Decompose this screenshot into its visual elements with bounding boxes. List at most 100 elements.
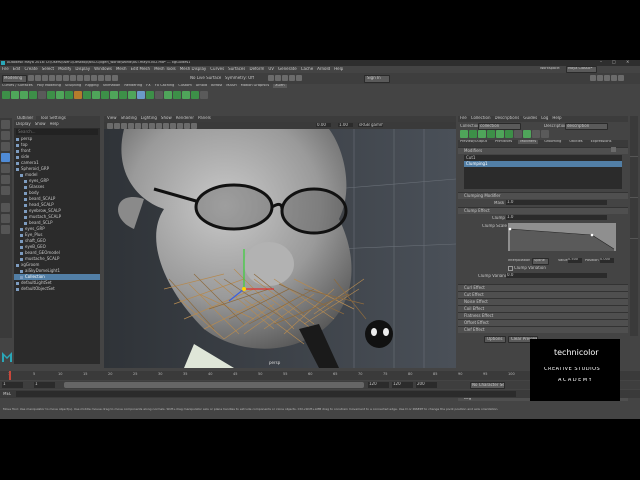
interactive-groom-icon[interactable] bbox=[137, 91, 145, 99]
shelf-tab-sculpting[interactable]: Sculpting bbox=[65, 84, 81, 88]
select-component-icon[interactable] bbox=[77, 75, 83, 81]
xgen-refresh-icon[interactable] bbox=[514, 130, 522, 138]
arnold-render-icon[interactable] bbox=[296, 75, 302, 81]
guide-tool-icon[interactable] bbox=[29, 91, 37, 99]
menu-generate[interactable]: Generate bbox=[278, 67, 297, 71]
open-scene-icon[interactable] bbox=[35, 75, 41, 81]
render-icon[interactable] bbox=[268, 75, 274, 81]
menu-edit-mesh[interactable]: Edit Mesh bbox=[131, 67, 151, 71]
current-time-marker[interactable] bbox=[9, 371, 11, 380]
viewport-menu-panels[interactable]: Panels bbox=[198, 116, 211, 120]
xgen-menu-guides[interactable]: Guides bbox=[523, 116, 537, 120]
section-curl-effect[interactable]: Curl Effect bbox=[458, 284, 628, 291]
xgen-cut-icon[interactable] bbox=[496, 130, 504, 138]
menu-edit[interactable]: Edit bbox=[13, 67, 21, 71]
shelf-tab-fx[interactable]: FX bbox=[146, 84, 150, 88]
render-settings-icon[interactable] bbox=[282, 75, 288, 81]
snap-grid-icon[interactable] bbox=[84, 75, 90, 81]
scene-end-field[interactable]: 120 bbox=[392, 382, 413, 388]
ipr-icon[interactable] bbox=[275, 75, 281, 81]
shelf-tab-bifrost[interactable]: Bifrost bbox=[211, 84, 222, 88]
clump-variation-checkbox[interactable] bbox=[508, 266, 513, 271]
mask-field[interactable]: 1.0 bbox=[506, 200, 607, 205]
section-flatness-effect[interactable]: Flatness Effect bbox=[458, 312, 628, 319]
menu-mesh-tools[interactable]: Mesh Tools bbox=[154, 67, 176, 71]
save-scene-icon[interactable] bbox=[42, 75, 48, 81]
viewport-menu-lighting[interactable]: Lighting bbox=[141, 116, 157, 120]
menu-mesh-display[interactable]: Mesh Display bbox=[180, 67, 207, 71]
shelf-tab-rigging[interactable]: Rigging bbox=[85, 84, 98, 88]
channel-box-tab[interactable] bbox=[630, 116, 638, 157]
channel-box-toggle-icon[interactable] bbox=[604, 75, 610, 81]
colorspace-select[interactable]: sRGB gamma bbox=[358, 123, 383, 128]
symmetry-label[interactable]: Symmetry: Off bbox=[225, 76, 254, 80]
xgen-create-icon[interactable] bbox=[460, 130, 468, 138]
menu-modify[interactable]: Modify bbox=[58, 67, 71, 71]
close-button[interactable]: × bbox=[626, 60, 636, 64]
shelf-tab-curves-surfaces[interactable]: Curves / Surfaces bbox=[2, 84, 33, 88]
viewport-menu-shading[interactable]: Shading bbox=[121, 116, 137, 120]
xgen-options-icon[interactable] bbox=[541, 130, 549, 138]
section-coil-effect[interactable]: Coil Effect bbox=[458, 305, 628, 312]
snap-view-icon[interactable] bbox=[105, 75, 111, 81]
xgen-menu-file[interactable]: File bbox=[460, 116, 467, 120]
clump-scale-ramp[interactable] bbox=[508, 223, 616, 251]
noise-brush-icon[interactable] bbox=[119, 91, 127, 99]
shelf-tab-fx-caching[interactable]: FX Caching bbox=[155, 84, 175, 88]
xgen-menu-log[interactable]: Log bbox=[541, 116, 548, 120]
shelf-tab-animation[interactable]: Animation bbox=[103, 84, 121, 88]
character-set-select[interactable]: No Character Set bbox=[470, 382, 505, 389]
attribute-editor-tab[interactable] bbox=[630, 157, 638, 198]
clump-effect-header[interactable]: Clump Effect bbox=[458, 207, 628, 214]
ramp-point-mid[interactable] bbox=[590, 233, 594, 237]
guide-density-icon[interactable] bbox=[65, 91, 73, 99]
workspace-select[interactable]: Maya Classic* bbox=[566, 66, 597, 73]
mask-icon[interactable] bbox=[182, 91, 190, 99]
xgen-toggle-icon[interactable] bbox=[618, 75, 624, 81]
xgen-tab-primitives[interactable]: Primitives bbox=[493, 140, 514, 144]
sign-in-button[interactable]: Sign In bbox=[364, 75, 390, 83]
scale-tool-icon[interactable] bbox=[1, 175, 10, 184]
modeling-toolkit-icon[interactable] bbox=[590, 75, 596, 81]
single-view-icon[interactable] bbox=[1, 203, 10, 212]
modifier-item-clumping[interactable]: Clumping1 bbox=[464, 161, 622, 167]
xgen-preview-icon[interactable] bbox=[523, 130, 531, 138]
ramp-position-field[interactable]: 0.000 bbox=[600, 258, 614, 263]
tool-settings-toggle-icon[interactable] bbox=[611, 75, 617, 81]
viewport-menu-view[interactable]: View bbox=[107, 116, 117, 120]
place-guides-icon[interactable] bbox=[20, 91, 28, 99]
options-button[interactable]: Options bbox=[484, 336, 506, 343]
viewport-menu-renderer[interactable]: Renderer bbox=[176, 116, 194, 120]
outliner-tab[interactable]: Outliner bbox=[14, 116, 37, 121]
create-description-icon[interactable] bbox=[11, 91, 19, 99]
groom-brush-icon[interactable] bbox=[74, 91, 82, 99]
attribute-editor-toggle-icon[interactable] bbox=[597, 75, 603, 81]
xgen-comb-icon[interactable] bbox=[487, 130, 495, 138]
ramp-value-field[interactable]: 0.500 bbox=[568, 258, 582, 263]
expression-icon[interactable] bbox=[191, 91, 199, 99]
comb-brush-icon[interactable] bbox=[83, 91, 91, 99]
clumping-modifier-header[interactable]: Clumping Modifier bbox=[458, 192, 628, 199]
preview-icon[interactable] bbox=[164, 91, 172, 99]
section-cut-effect[interactable]: Cut Effect bbox=[458, 291, 628, 298]
clump-brush-icon[interactable] bbox=[110, 91, 118, 99]
menu-mesh[interactable]: Mesh bbox=[116, 67, 127, 71]
menu-file[interactable]: File bbox=[2, 67, 9, 71]
add-modifier-icon[interactable] bbox=[611, 147, 616, 152]
animation-end-field[interactable]: 200 bbox=[416, 382, 437, 388]
cut-brush-icon[interactable] bbox=[92, 91, 100, 99]
export-cache-icon[interactable] bbox=[155, 91, 163, 99]
menu-deform[interactable]: Deform bbox=[249, 67, 264, 71]
redo-icon[interactable] bbox=[56, 75, 62, 81]
ramp-point-start[interactable] bbox=[508, 227, 512, 231]
shelf-tab-arnold[interactable]: Arnold bbox=[196, 84, 207, 88]
shelf-tab-rendering[interactable]: Rendering bbox=[124, 84, 142, 88]
description-select[interactable]: description bbox=[565, 123, 608, 130]
select-object-icon[interactable] bbox=[70, 75, 76, 81]
xgen-tab-grooming[interactable]: Grooming bbox=[542, 140, 563, 144]
modifiers-header[interactable]: Modifiers bbox=[458, 147, 628, 154]
xgen-guide-icon[interactable] bbox=[469, 130, 477, 138]
xgen-clear-icon[interactable] bbox=[532, 130, 540, 138]
outliner-menu-display[interactable]: Display bbox=[16, 122, 31, 126]
outliner-menu-help[interactable]: Help bbox=[50, 122, 59, 126]
